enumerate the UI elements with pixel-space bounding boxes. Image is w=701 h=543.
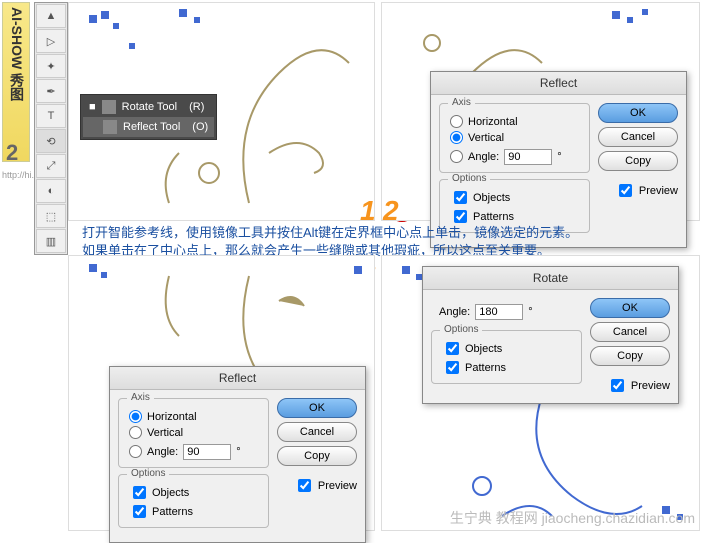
horizontal-label: Horizontal [468,116,518,128]
rotate-key: (R) [189,101,204,113]
rotate-tool[interactable]: ⟲ [36,129,66,153]
pen-tool[interactable]: ✒ [36,79,66,103]
patterns-label: Patterns [152,506,193,518]
reflect-dialog-2: Reflect Axis Horizontal Vertical Angle: … [430,71,687,248]
angle-label: Angle: [468,151,499,163]
step-number: 2 [6,140,18,166]
copy-button[interactable]: Copy [598,151,678,171]
cancel-button[interactable]: Cancel [590,322,670,342]
panel-number-1: 1 [360,195,376,227]
warp-tool[interactable]: ◐ [36,179,66,203]
reflect-key: (O) [192,121,208,133]
selection-tool[interactable]: ▲ [36,4,66,28]
objects-checkbox[interactable]: Objects [450,188,510,207]
degree-symbol: ° [236,446,240,458]
vertical-radio[interactable]: Vertical [129,426,258,439]
dot-icon: ■ [89,101,96,113]
axis-legend: Axis [127,392,154,403]
panel-number-2: 2 [383,195,399,227]
degree-symbol: ° [557,151,561,163]
watermark: 生宁典 教程网 jiaocheng.chazidian.com [450,508,695,528]
vertical-label: Vertical [147,427,183,439]
objects-checkbox[interactable]: Objects [129,483,189,502]
rotate-tool-item[interactable]: ■ Rotate Tool (R) [83,97,214,117]
angle-radio[interactable]: Angle: [450,150,499,163]
graph-tool[interactable]: ▥ [36,229,66,253]
angle-input[interactable] [475,304,523,320]
angle-radio[interactable]: Angle: [129,445,178,458]
angle-label: Angle: [439,306,470,318]
horizontal-label: Horizontal [147,411,197,423]
type-tool[interactable]: T [36,104,66,128]
ok-button[interactable]: OK [277,398,357,418]
angle-input[interactable] [504,149,552,165]
free-transform-tool[interactable]: ⬚ [36,204,66,228]
reflect-dialog-3: Reflect Axis Horizontal Vertical Angle: … [109,366,366,543]
reflect-label: Reflect Tool [123,121,180,133]
panel-2: Reflect Axis Horizontal Vertical Angle: … [381,2,700,221]
objects-label: Objects [465,343,502,355]
tool-flyout-menu: ■ Rotate Tool (R) Reflect Tool (O) [80,94,217,140]
dialog-title: Rotate [423,267,678,290]
options-group: Options Objects Patterns [431,330,582,384]
axis-legend: Axis [448,97,475,108]
panel-3: Reflect Axis Horizontal Vertical Angle: … [68,255,375,531]
copy-button[interactable]: Copy [590,346,670,366]
patterns-label: Patterns [473,211,514,223]
reflect-tool-item[interactable]: Reflect Tool (O) [83,117,214,137]
degree-symbol: ° [528,306,532,318]
preview-checkbox[interactable]: Preview [598,181,678,200]
options-legend: Options [127,468,169,479]
rotate-icon [102,100,116,114]
angle-label: Angle: [147,446,178,458]
instruction-line-1: 打开智能参考线，使用镜像工具并按住Alt键在定界框中心点上单击，镜像选定的元素。 [82,224,682,242]
side-label: AI-SHOW 秀图 [2,2,30,162]
ok-button[interactable]: OK [590,298,670,318]
patterns-label: Patterns [465,362,506,374]
horizontal-radio[interactable]: Horizontal [450,115,579,128]
magic-wand-tool[interactable]: ✦ [36,54,66,78]
options-group: Options Objects Patterns [118,474,269,528]
preview-label: Preview [639,185,678,197]
vertical-radio[interactable]: Vertical [450,131,579,144]
objects-label: Objects [473,192,510,204]
patterns-checkbox[interactable]: Patterns [442,358,506,377]
options-legend: Options [448,173,490,184]
horizontal-radio[interactable]: Horizontal [129,410,258,423]
dialog-title: Reflect [110,367,365,390]
cancel-button[interactable]: Cancel [598,127,678,147]
rotate-label: Rotate Tool [122,101,177,113]
cancel-button[interactable]: Cancel [277,422,357,442]
angle-input[interactable] [183,444,231,460]
panel-4: Rotate Angle: ° Options Objects Patterns… [381,255,700,531]
patterns-checkbox[interactable]: Patterns [129,502,193,521]
rotate-dialog: Rotate Angle: ° Options Objects Patterns… [422,266,679,404]
scale-tool[interactable]: ⤢ [36,154,66,178]
preview-checkbox[interactable]: Preview [277,476,357,495]
vertical-label: Vertical [468,132,504,144]
preview-label: Preview [318,480,357,492]
objects-label: Objects [152,487,189,499]
preview-checkbox[interactable]: Preview [590,376,670,395]
direct-selection-tool[interactable]: ▷ [36,29,66,53]
dialog-title: Reflect [431,72,686,95]
axis-group: Axis Horizontal Vertical Angle: ° [118,398,269,468]
copy-button[interactable]: Copy [277,446,357,466]
options-legend: Options [440,324,482,335]
reflect-icon [103,120,117,134]
toolbox-palette: ▲ ▷ ✦ ✒ T ⟲ ⤢ ◐ ⬚ ▥ [34,2,68,255]
objects-checkbox[interactable]: Objects [442,339,502,358]
preview-label: Preview [631,380,670,392]
axis-group: Axis Horizontal Vertical Angle: ° [439,103,590,173]
ok-button[interactable]: OK [598,103,678,123]
